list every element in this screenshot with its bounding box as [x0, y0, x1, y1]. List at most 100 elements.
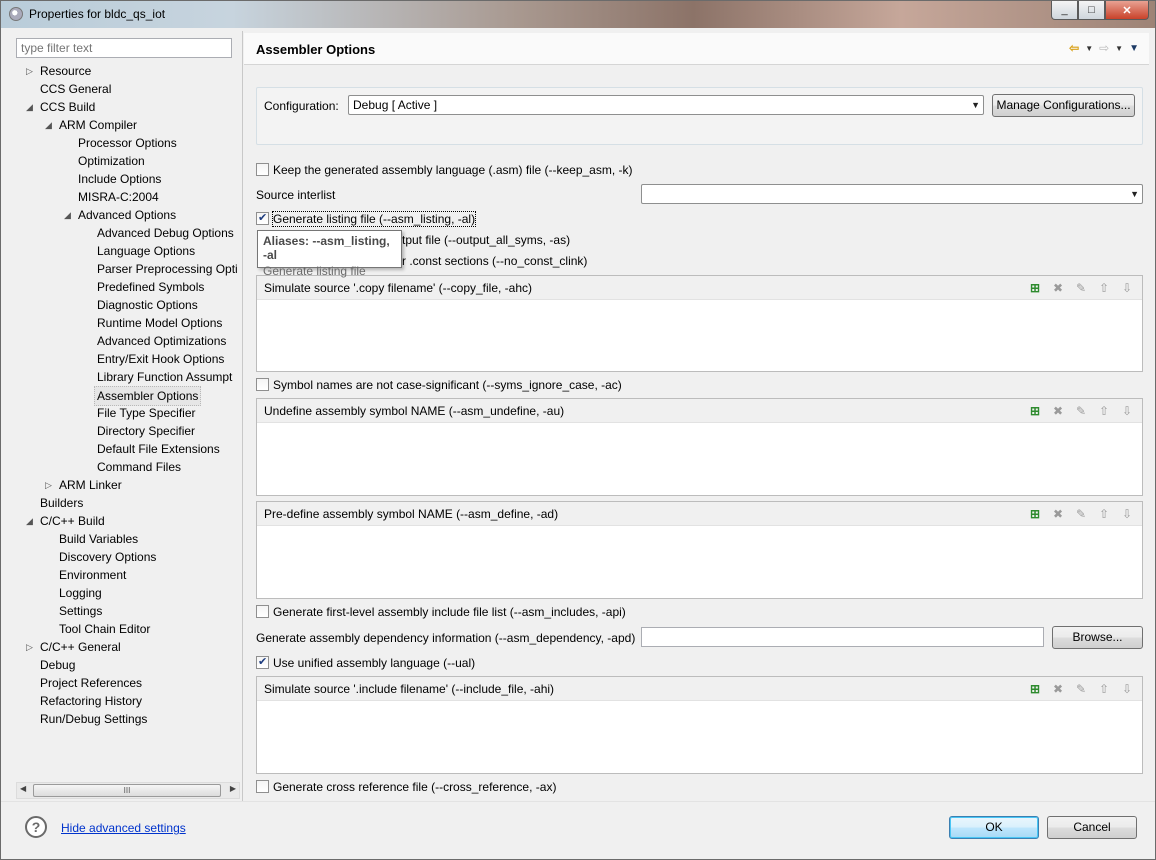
configuration-label: Configuration: — [264, 99, 339, 113]
checkbox-box[interactable] — [256, 605, 269, 618]
syms-ignore-case-label: Symbol names are not case-significant (-… — [273, 378, 622, 392]
panel-divider[interactable] — [242, 31, 243, 801]
move-up-icon[interactable]: ⇧ — [1095, 403, 1113, 419]
tree-item-label: Directory Specifier — [97, 424, 196, 438]
edit-icon[interactable]: ✎ — [1072, 506, 1090, 522]
property-tree: ▷ Resource CCS General ◢ CCS Build ◢ ARM Compi… — [16, 62, 240, 782]
manage-configurations-button[interactable]: Manage Configurations... — [992, 94, 1135, 117]
close-button[interactable]: ✕ — [1105, 1, 1149, 20]
cross-reference-checkbox[interactable]: Generate cross reference file (--cross_r… — [256, 779, 556, 795]
move-down-icon[interactable]: ⇩ — [1118, 506, 1136, 522]
configuration-value: Debug [ Active ] — [353, 98, 438, 112]
checkbox-box[interactable] — [256, 210, 269, 226]
move-up-icon[interactable]: ⇧ — [1095, 506, 1113, 522]
tree-item-label: Optimization — [78, 154, 145, 168]
back-arrow-icon[interactable]: ⇦ — [1069, 41, 1079, 55]
tree-horizontal-scrollbar[interactable]: ◀ III ▶ — [16, 782, 240, 799]
scrollbar-thumb[interactable]: III — [33, 784, 221, 797]
tree-item-label: MISRA-C:2004 — [78, 190, 159, 204]
forward-arrow-icon[interactable]: ⇨ — [1099, 41, 1109, 55]
minimize-button[interactable]: _ — [1051, 1, 1078, 20]
expand-arrow-icon[interactable]: ▷ — [26, 638, 33, 656]
asm-undefine-list-title: Undefine assembly symbol NAME (--asm_und… — [264, 404, 565, 418]
browse-button[interactable]: Browse... — [1052, 626, 1143, 649]
view-menu-icon[interactable]: ▼ — [1129, 43, 1139, 54]
expand-arrow-icon[interactable]: ▷ — [26, 62, 33, 80]
filter-input[interactable] — [16, 38, 232, 58]
ual-checkbox[interactable]: Use unified assembly language (--ual) — [256, 654, 476, 671]
asm-includes-label: Generate first-level assembly include fi… — [273, 605, 626, 619]
source-interlist-label: Source interlist — [256, 188, 336, 202]
cancel-button[interactable]: Cancel — [1047, 816, 1137, 839]
tree-item-label: Settings — [59, 604, 103, 618]
source-interlist-select[interactable]: ▼ — [641, 184, 1143, 204]
tree-item-label: Advanced Options — [78, 208, 177, 222]
collapse-arrow-icon[interactable]: ◢ — [26, 98, 33, 116]
scroll-right-icon[interactable]: ▶ — [230, 784, 236, 793]
tree-item-label: Command Files — [97, 460, 182, 474]
forward-dropdown-icon[interactable]: ▼ — [1115, 44, 1123, 53]
tree-item-label: Language Options — [97, 244, 196, 258]
checkbox-box[interactable] — [256, 654, 269, 670]
add-icon[interactable]: ⊞ — [1026, 403, 1044, 419]
move-down-icon[interactable]: ⇩ — [1118, 681, 1136, 697]
move-up-icon[interactable]: ⇧ — [1095, 681, 1113, 697]
tree-item-label: Tool Chain Editor — [59, 622, 151, 636]
scroll-left-icon[interactable]: ◀ — [20, 784, 26, 793]
collapse-arrow-icon[interactable]: ◢ — [26, 512, 33, 530]
delete-icon[interactable]: ✖ — [1049, 506, 1067, 522]
collapse-arrow-icon[interactable]: ◢ — [45, 116, 52, 134]
delete-icon[interactable]: ✖ — [1049, 403, 1067, 419]
asm-dependency-label: Generate assembly dependency information… — [256, 631, 636, 645]
title-bar[interactable]: Properties for bldc_qs_iot _ □ ✕ — [1, 1, 1155, 28]
checkbox-box[interactable] — [256, 780, 269, 793]
no-const-clink-label: r .const sections (--no_const_clink) — [402, 254, 588, 268]
tree-item-label: Discovery Options — [59, 550, 157, 564]
expand-arrow-icon[interactable]: ▷ — [45, 476, 52, 494]
asm-includes-checkbox[interactable]: Generate first-level assembly include fi… — [256, 604, 626, 620]
tree-item-label: Environment — [59, 568, 127, 582]
ok-button[interactable]: OK — [949, 816, 1039, 839]
delete-icon[interactable]: ✖ — [1049, 681, 1067, 697]
tree-item-label: Resource — [40, 64, 92, 78]
tree-item-label: ARM Linker — [59, 478, 122, 492]
tree-item-label: Predefined Symbols — [97, 280, 205, 294]
help-icon[interactable]: ? — [25, 816, 47, 838]
page-title: Assembler Options — [256, 42, 376, 57]
syms-ignore-case-checkbox[interactable]: Symbol names are not case-significant (-… — [256, 377, 622, 393]
edit-icon[interactable]: ✎ — [1072, 280, 1090, 296]
edit-icon[interactable]: ✎ — [1072, 681, 1090, 697]
move-up-icon[interactable]: ⇧ — [1095, 280, 1113, 296]
tree-item-label: C/C++ Build — [40, 514, 105, 528]
add-icon[interactable]: ⊞ — [1026, 681, 1044, 697]
tooltip-aliases: Aliases: --asm_listing, -al — [263, 234, 390, 262]
hide-advanced-settings-link[interactable]: Hide advanced settings — [61, 821, 186, 835]
asm-listing-tooltip: Aliases: --asm_listing, -al Generate lis… — [257, 230, 402, 278]
add-icon[interactable]: ⊞ — [1026, 506, 1044, 522]
asm-listing-checkbox[interactable]: Generate listing file (--asm_listing, -a… — [256, 210, 477, 227]
tree-item-label: Parser Preprocessing Opti — [97, 262, 238, 276]
ual-label: Use unified assembly language (--ual) — [273, 656, 476, 670]
tree-item-label: Builders — [40, 496, 84, 510]
configuration-select[interactable]: Debug [ Active ] ▼ — [348, 95, 984, 115]
app-icon — [9, 7, 23, 21]
tree-item-label: ARM Compiler — [59, 118, 138, 132]
keep-asm-checkbox[interactable]: Keep the generated assembly language (.a… — [256, 162, 633, 178]
edit-icon[interactable]: ✎ — [1072, 403, 1090, 419]
add-icon[interactable]: ⊞ — [1026, 280, 1044, 296]
tree-item-label: Diagnostic Options — [97, 298, 198, 312]
checkbox-box[interactable] — [256, 378, 269, 391]
back-dropdown-icon[interactable]: ▼ — [1085, 44, 1093, 53]
move-down-icon[interactable]: ⇩ — [1118, 280, 1136, 296]
delete-icon[interactable]: ✖ — [1049, 280, 1067, 296]
tree-item-label: Entry/Exit Hook Options — [97, 352, 225, 366]
copy-file-list: Simulate source '.copy filename' (--copy… — [256, 275, 1143, 372]
output-all-syms-label: tput file (--output_all_syms, -as) — [402, 233, 571, 247]
checkbox-box[interactable] — [256, 163, 269, 176]
maximize-button[interactable]: □ — [1078, 1, 1105, 20]
tree-item-label: Processor Options — [78, 136, 177, 150]
collapse-arrow-icon[interactable]: ◢ — [64, 206, 71, 224]
asm-dependency-field[interactable] — [641, 627, 1044, 647]
move-down-icon[interactable]: ⇩ — [1118, 403, 1136, 419]
tree-item-label: File Type Specifier — [97, 406, 196, 420]
